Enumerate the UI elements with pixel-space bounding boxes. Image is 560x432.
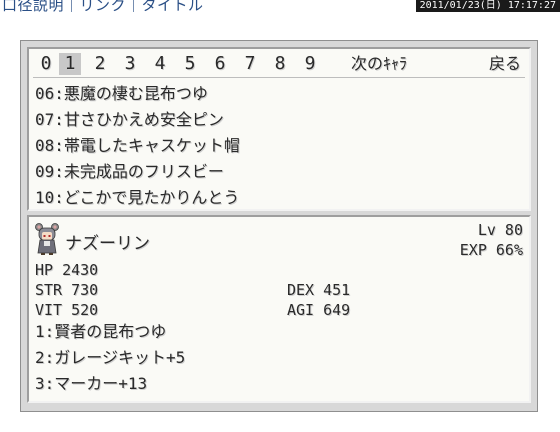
tab-7[interactable]: 7 xyxy=(239,53,261,75)
character-status-panel: ナズーリン Lv 80 EXP 66% HP 2430 STR 730 DEX … xyxy=(27,215,531,403)
agi-stat: AGI 649 xyxy=(287,301,351,319)
list-item[interactable]: 08:帯電したキャスケット帽 xyxy=(35,133,523,159)
equipment-item[interactable]: 3:マーカー+13 xyxy=(35,371,523,397)
list-item[interactable]: 07:甘さひかえめ安全ピン xyxy=(35,107,523,133)
str-stat: STR 730 xyxy=(35,281,99,299)
tab-2[interactable]: 2 xyxy=(89,53,111,75)
tab-3[interactable]: 3 xyxy=(119,53,141,75)
item-panel: 0 1 2 3 4 5 6 7 8 9 次のｷｬﾗ 戻る 06:悪魔の棲む昆布つ… xyxy=(27,47,531,211)
tab-6[interactable]: 6 xyxy=(209,53,231,75)
tab-5[interactable]: 5 xyxy=(179,53,201,75)
timestamp: 2011/01/23(日) 17:17:27 xyxy=(415,0,560,12)
tab-1[interactable]: 1 xyxy=(59,53,81,75)
equipment-item[interactable]: 2:ガレージキット+5 xyxy=(35,345,523,371)
back-button[interactable]: 戻る xyxy=(489,53,521,75)
list-item[interactable]: 06:悪魔の棲む昆布つゆ xyxy=(35,81,523,107)
exp-value: EXP 66% xyxy=(459,241,523,259)
vit-stat: VIT 520 xyxy=(35,301,99,319)
tab-8[interactable]: 8 xyxy=(269,53,291,75)
item-window: 0 1 2 3 4 5 6 7 8 9 次のｷｬﾗ 戻る 06:悪魔の棲む昆布つ… xyxy=(20,40,538,412)
next-character-button[interactable]: 次のｷｬﾗ xyxy=(351,53,407,75)
page-header-strip: 口径説明｜リンク｜タイトル 2011/01/23(日) 17:17:27 xyxy=(0,0,560,14)
mouse-girl-sprite-icon xyxy=(35,223,59,255)
tab-0[interactable]: 0 xyxy=(35,53,57,75)
equipment-item[interactable]: 1:賢者の昆布つゆ xyxy=(35,319,523,345)
page-tabs: 0 1 2 3 4 5 6 7 8 9 次のｷｬﾗ 戻る xyxy=(35,53,523,75)
list-item[interactable]: 10:どこかで見たかりんとう xyxy=(35,185,523,211)
tabs-divider xyxy=(33,77,525,78)
tab-4[interactable]: 4 xyxy=(149,53,171,75)
hp-stat: HP 2430 xyxy=(35,261,99,279)
item-list: 06:悪魔の棲む昆布つゆ 07:甘さひかえめ安全ピン 08:帯電したキャスケット… xyxy=(35,81,523,211)
level-value: Lv 80 xyxy=(477,221,523,239)
page-nav-links[interactable]: 口径説明｜リンク｜タイトル xyxy=(2,0,204,15)
equipment-list: 1:賢者の昆布つゆ 2:ガレージキット+5 3:マーカー+13 xyxy=(35,319,523,397)
character-name: ナズーリン xyxy=(65,234,150,254)
tab-9[interactable]: 9 xyxy=(299,53,321,75)
list-item[interactable]: 09:未完成品のフリスビー xyxy=(35,159,523,185)
dex-stat: DEX 451 xyxy=(287,281,351,299)
